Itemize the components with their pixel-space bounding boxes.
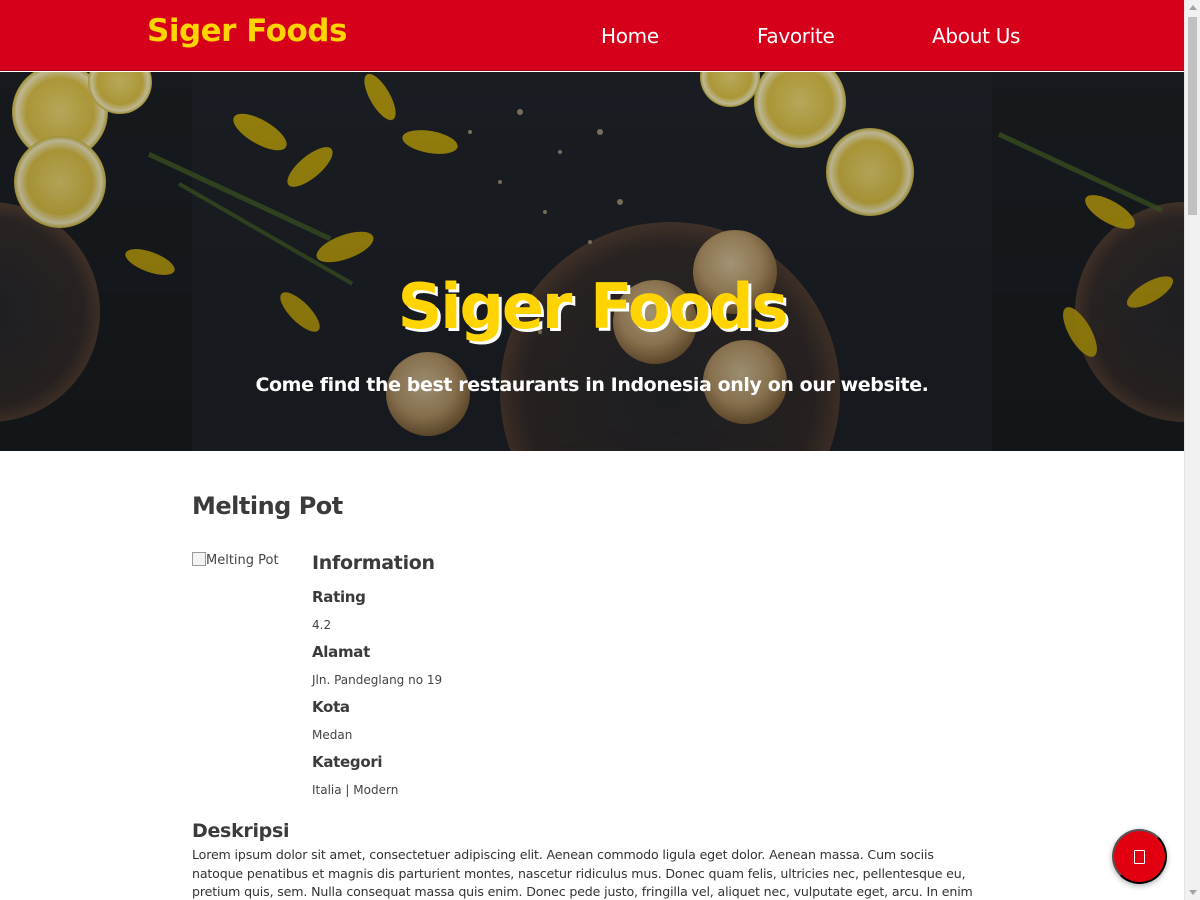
hero-banner: Siger Foods Come find the best restauran… (0, 72, 1184, 451)
restaurant-name: Melting Pot (192, 492, 343, 520)
favorite-button[interactable] (1112, 829, 1167, 884)
scroll-down-arrow-icon[interactable] (1189, 890, 1197, 895)
restaurant-image-alt-text: Melting Pot (206, 553, 279, 568)
nav-home[interactable]: Home (601, 24, 659, 48)
description-text: Lorem ipsum dolor sit amet, consectetuer… (192, 847, 973, 899)
address-value: Jln. Pandeglang no 19 (312, 673, 443, 687)
nav-about-us[interactable]: About Us (932, 24, 1020, 48)
scrollbar-thumb[interactable] (1188, 17, 1197, 215)
description-heading: Deskripsi (192, 820, 290, 842)
nav-favorite[interactable]: Favorite (757, 24, 835, 48)
city-label: Kota (312, 698, 350, 716)
broken-image-icon (192, 552, 206, 566)
information-heading: Information (312, 552, 435, 574)
city-value: Medan (312, 728, 353, 742)
favorite-icon (1134, 849, 1145, 864)
hero-title: Siger Foods (397, 270, 789, 343)
category-label: Kategori (312, 753, 383, 771)
rating-value: 4.2 (312, 618, 332, 632)
scroll-up-arrow-icon[interactable] (1189, 5, 1197, 10)
site-header: Siger Foods Home Favorite About Us (0, 0, 1184, 71)
category-value: Italia | Modern (312, 783, 399, 797)
page-scrollbar[interactable] (1184, 0, 1200, 900)
brand-logo[interactable]: Siger Foods (147, 13, 347, 49)
address-label: Alamat (312, 643, 370, 661)
rating-label: Rating (312, 588, 366, 606)
restaurant-image: Melting Pot (192, 552, 279, 568)
hero-subtitle: Come find the best restaurants in Indone… (255, 374, 929, 396)
